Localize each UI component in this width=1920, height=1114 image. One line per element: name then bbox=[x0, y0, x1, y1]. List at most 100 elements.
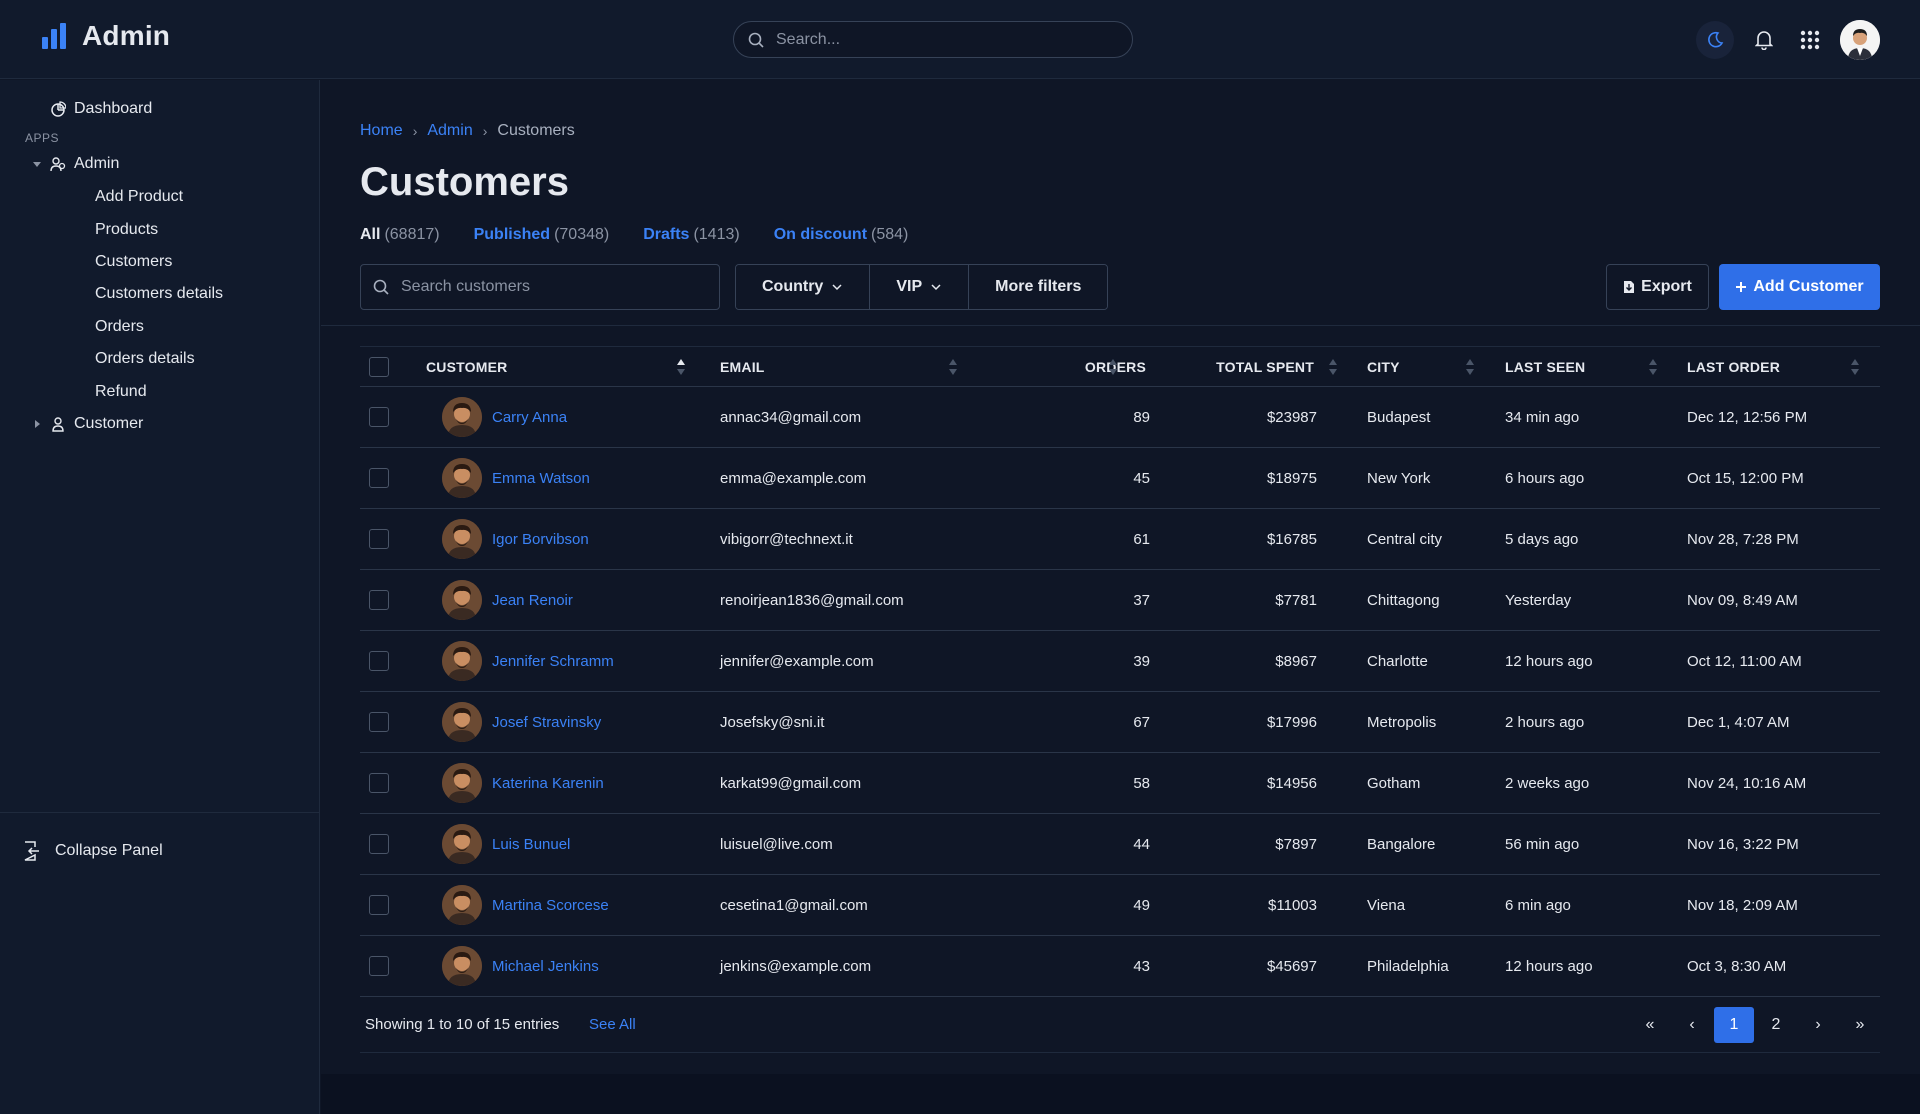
column-header-orders[interactable]: ORDERS bbox=[1042, 347, 1146, 387]
customer-name-link[interactable]: Michael Jenkins bbox=[492, 958, 599, 975]
more-filters-button[interactable]: More filters bbox=[969, 265, 1108, 309]
customer-name-link[interactable]: Igor Borvibson bbox=[492, 531, 589, 548]
table-row[interactable]: Michael Jenkins jenkins@example.com 43 $456… bbox=[360, 936, 1880, 997]
orders-cell: 43 bbox=[1133, 957, 1150, 975]
global-search[interactable] bbox=[733, 21, 1133, 58]
sort-icon[interactable] bbox=[948, 358, 958, 376]
sidebar-item-products[interactable]: Products bbox=[95, 221, 158, 239]
customer-search[interactable] bbox=[360, 264, 720, 310]
page-1-button[interactable]: 1 bbox=[1714, 1007, 1754, 1043]
customer-search-input[interactable] bbox=[401, 278, 701, 296]
column-header-city[interactable]: CITY bbox=[1367, 347, 1400, 387]
sidebar-item-orders-details[interactable]: Orders details bbox=[95, 350, 195, 368]
sort-icon[interactable] bbox=[1465, 358, 1475, 376]
customer-name-link[interactable]: Emma Watson bbox=[492, 470, 590, 487]
next-page-button[interactable]: › bbox=[1798, 1007, 1838, 1043]
user-avatar[interactable] bbox=[1840, 20, 1880, 60]
sidebar-item-customers-details[interactable]: Customers details bbox=[95, 285, 223, 303]
customer-avatar bbox=[442, 885, 482, 925]
theme-toggle-button[interactable] bbox=[1696, 21, 1734, 59]
sidebar-item-customer[interactable]: Customer bbox=[32, 415, 143, 433]
tab-published[interactable]: Published (70348) bbox=[474, 226, 610, 244]
sidebar-item-label: Dashboard bbox=[74, 100, 153, 117]
table-row[interactable]: Luis Bunuel luisuel@live.com 44 $7897 Bangal… bbox=[360, 814, 1880, 875]
sidebar-item-customers[interactable]: Customers bbox=[95, 253, 172, 271]
table-row[interactable]: Igor Borvibson vibigorr@technext.it 61 $167… bbox=[360, 509, 1880, 570]
add-customer-button[interactable]: Add Customer bbox=[1719, 264, 1880, 310]
breadcrumb-home[interactable]: Home bbox=[360, 122, 403, 140]
column-header-last-seen[interactable]: LAST SEEN bbox=[1505, 347, 1585, 387]
breadcrumb-admin[interactable]: Admin bbox=[427, 122, 472, 140]
global-search-input[interactable] bbox=[776, 30, 1106, 49]
row-checkbox[interactable] bbox=[369, 651, 389, 671]
customer-name-link[interactable]: Jean Renoir bbox=[492, 592, 573, 609]
tab-all[interactable]: All (68817) bbox=[360, 226, 440, 244]
column-header-customer[interactable]: CUSTOMER bbox=[426, 347, 507, 387]
row-checkbox[interactable] bbox=[369, 712, 389, 732]
customer-avatar bbox=[442, 702, 482, 742]
customer-avatar bbox=[442, 519, 482, 559]
customer-name-link[interactable]: Katerina Karenin bbox=[492, 775, 604, 792]
row-checkbox[interactable] bbox=[369, 895, 389, 915]
page-2-button[interactable]: 2 bbox=[1756, 1007, 1796, 1043]
brand[interactable]: Admin bbox=[42, 20, 170, 52]
last-order-cell: Oct 3, 8:30 AM bbox=[1687, 957, 1787, 975]
customer-name-link[interactable]: Josef Stravinsky bbox=[492, 714, 601, 731]
notifications-button[interactable] bbox=[1748, 21, 1780, 59]
see-all-link[interactable]: See All bbox=[589, 1016, 636, 1033]
tab-drafts[interactable]: Drafts (1413) bbox=[643, 226, 739, 244]
sidebar-item-add-product[interactable]: Add Product bbox=[95, 188, 183, 206]
row-checkbox[interactable] bbox=[369, 590, 389, 610]
country-filter-dropdown[interactable]: Country bbox=[736, 265, 871, 309]
sort-icon[interactable] bbox=[1328, 358, 1338, 376]
row-checkbox[interactable] bbox=[369, 529, 389, 549]
last-order-cell: Nov 28, 7:28 PM bbox=[1687, 530, 1799, 548]
row-checkbox[interactable] bbox=[369, 956, 389, 976]
apps-grid-button[interactable] bbox=[1794, 21, 1826, 59]
customer-name-link[interactable]: Carry Anna bbox=[492, 409, 567, 426]
column-header-email[interactable]: EMAIL bbox=[720, 347, 765, 387]
table-toolbar: Country VIP More filters Export Add Cust… bbox=[360, 264, 1880, 310]
column-header-last-order[interactable]: LAST ORDER bbox=[1687, 347, 1780, 387]
table-row[interactable]: Emma Watson emma@example.com 45 $18975 New Y… bbox=[360, 448, 1880, 509]
table-row[interactable]: Jean Renoir renoirjean1836@gmail.com 37 $77… bbox=[360, 570, 1880, 631]
row-checkbox[interactable] bbox=[369, 773, 389, 793]
table-row[interactable]: Martina Scorcese cesetina1@gmail.com 49 $11… bbox=[360, 875, 1880, 936]
collapse-panel-button[interactable]: Collapse Panel bbox=[23, 841, 163, 861]
table-row[interactable]: Josef Stravinsky Josefsky@sni.it 67 $17996 M… bbox=[360, 692, 1880, 753]
tab-on-discount[interactable]: On discount (584) bbox=[774, 226, 909, 244]
table-row[interactable]: Jennifer Schramm jennifer@example.com 39 $8… bbox=[360, 631, 1880, 692]
sort-icon[interactable] bbox=[1850, 358, 1860, 376]
customer-name-link[interactable]: Martina Scorcese bbox=[492, 897, 609, 914]
plus-icon bbox=[1736, 282, 1747, 292]
sidebar-item-refund[interactable]: Refund bbox=[95, 383, 147, 401]
last-page-button[interactable]: » bbox=[1840, 1007, 1880, 1043]
customer-cell: Martina Scorcese bbox=[442, 875, 609, 935]
sidebar-item-admin[interactable]: Admin bbox=[32, 155, 119, 173]
row-checkbox[interactable] bbox=[369, 468, 389, 488]
bell-icon bbox=[1755, 31, 1773, 50]
select-all-checkbox[interactable] bbox=[369, 357, 389, 377]
breadcrumb: Home › Admin › Customers bbox=[360, 122, 575, 140]
prev-page-button[interactable]: ‹ bbox=[1672, 1007, 1712, 1043]
row-checkbox-cell bbox=[369, 387, 389, 447]
customer-name-link[interactable]: Jennifer Schramm bbox=[492, 653, 614, 670]
sort-asc-icon[interactable] bbox=[676, 358, 686, 376]
email-cell: jennifer@example.com bbox=[720, 652, 874, 670]
main-content: Home › Admin › Customers Customers All (6… bbox=[321, 80, 1920, 1074]
export-button[interactable]: Export bbox=[1606, 264, 1709, 310]
sidebar-item-orders[interactable]: Orders bbox=[95, 318, 144, 336]
total-spent-cell: $14956 bbox=[1266, 774, 1317, 792]
first-page-button[interactable]: « bbox=[1630, 1007, 1670, 1043]
table-row[interactable]: Carry Anna annac34@gmail.com 89 $23987 Budap… bbox=[360, 387, 1880, 448]
sort-icon[interactable] bbox=[1108, 358, 1118, 376]
sort-icon[interactable] bbox=[1648, 358, 1658, 376]
customer-name-link[interactable]: Luis Bunuel bbox=[492, 836, 570, 853]
table-row[interactable]: Katerina Karenin karkat99@gmail.com 58 $149… bbox=[360, 753, 1880, 814]
column-header-total-spent[interactable]: TOTAL SPENT bbox=[1180, 347, 1314, 387]
vip-filter-dropdown[interactable]: VIP bbox=[870, 265, 970, 309]
customer-cell: Josef Stravinsky bbox=[442, 692, 601, 752]
sidebar-item-dashboard[interactable]: Dashboard bbox=[50, 100, 152, 118]
row-checkbox[interactable] bbox=[369, 834, 389, 854]
row-checkbox[interactable] bbox=[369, 407, 389, 427]
